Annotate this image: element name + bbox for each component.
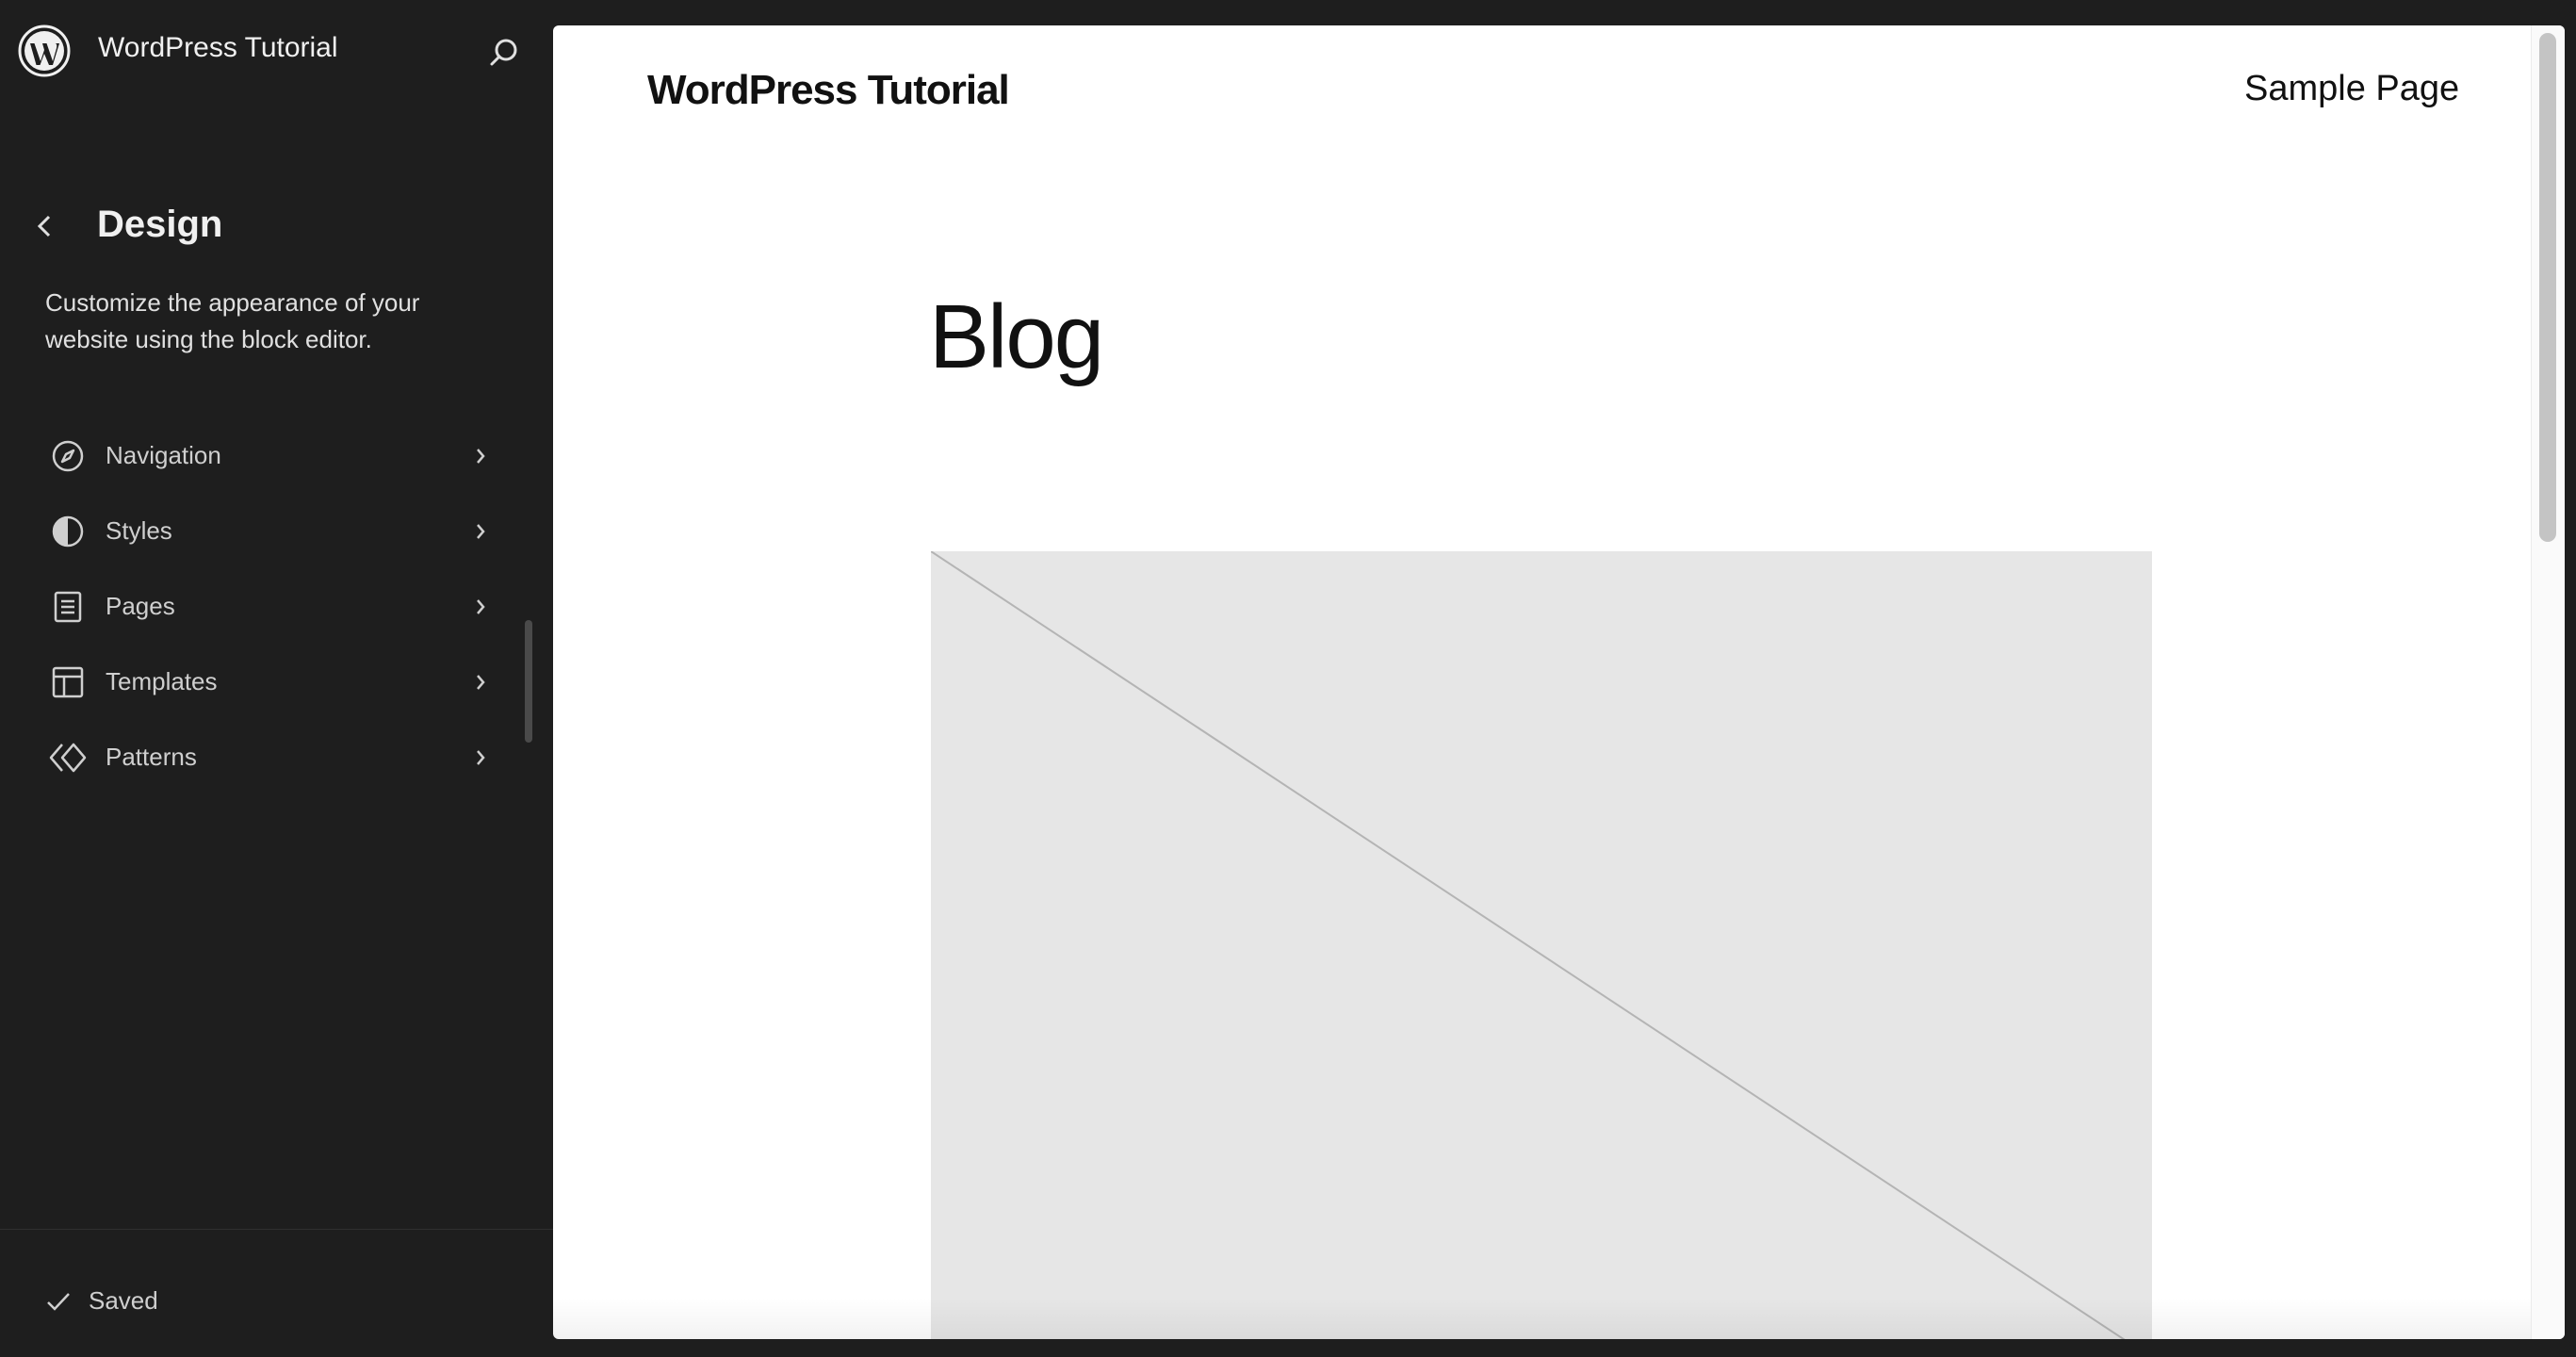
save-status-label: Saved	[89, 1286, 158, 1315]
wordpress-logo-icon[interactable]	[18, 25, 71, 77]
chevron-left-icon	[37, 215, 51, 237]
chevron-right-icon	[467, 594, 494, 620]
preview-page-heading: Blog	[929, 286, 1104, 387]
editor-preview-canvas[interactable]: WordPress Tutorial Sample Page Blog	[553, 25, 2565, 1339]
back-button[interactable]	[28, 209, 62, 243]
menu-item-styles[interactable]: Styles	[0, 494, 553, 569]
panel-title: Design	[97, 204, 223, 245]
chevron-right-icon	[467, 518, 494, 545]
sidebar-scrollbar[interactable]	[525, 620, 532, 743]
page-icon	[49, 588, 87, 626]
menu-item-label: Patterns	[106, 743, 197, 771]
diamond-icon	[49, 739, 87, 777]
canvas-bottom-fade	[553, 1298, 2531, 1339]
site-editor-sidebar: WordPress Tutorial Design Customize the …	[0, 0, 553, 1357]
check-icon	[47, 1292, 70, 1311]
site-title[interactable]: WordPress Tutorial	[98, 32, 338, 64]
menu-item-templates[interactable]: Templates	[0, 645, 553, 720]
menu-item-label: Styles	[106, 516, 172, 545]
menu-item-navigation[interactable]: Navigation	[0, 418, 553, 494]
canvas-scrollbar-thumb[interactable]	[2539, 33, 2556, 542]
menu-item-patterns[interactable]: Patterns	[0, 720, 553, 795]
chevron-right-icon	[467, 443, 494, 469]
sidebar-footer: Saved	[0, 1229, 553, 1357]
menu-item-pages[interactable]: Pages	[0, 569, 553, 645]
design-menu: Navigation Styles Pages Templates Patter…	[0, 418, 553, 795]
layout-icon	[49, 663, 87, 701]
panel-description: Customize the appearance of your website…	[45, 288, 420, 353]
design-header: Design	[0, 196, 553, 256]
half-circle-icon	[49, 513, 87, 550]
preview-nav-link-sample-page[interactable]: Sample Page	[2244, 69, 2459, 109]
preview-site-title[interactable]: WordPress Tutorial	[647, 67, 1010, 114]
featured-image-placeholder	[931, 551, 2152, 1339]
search-button[interactable]	[485, 34, 523, 72]
search-icon	[490, 39, 517, 66]
image-placeholder-icon	[931, 551, 2126, 1339]
site-hub: WordPress Tutorial	[0, 0, 553, 104]
chevron-right-icon	[467, 669, 494, 695]
menu-item-label: Navigation	[106, 441, 221, 469]
chevron-right-icon	[467, 744, 494, 771]
compass-icon	[49, 437, 87, 475]
menu-item-label: Pages	[106, 592, 175, 620]
save-status: Saved	[45, 1286, 158, 1316]
menu-item-label: Templates	[106, 667, 218, 695]
